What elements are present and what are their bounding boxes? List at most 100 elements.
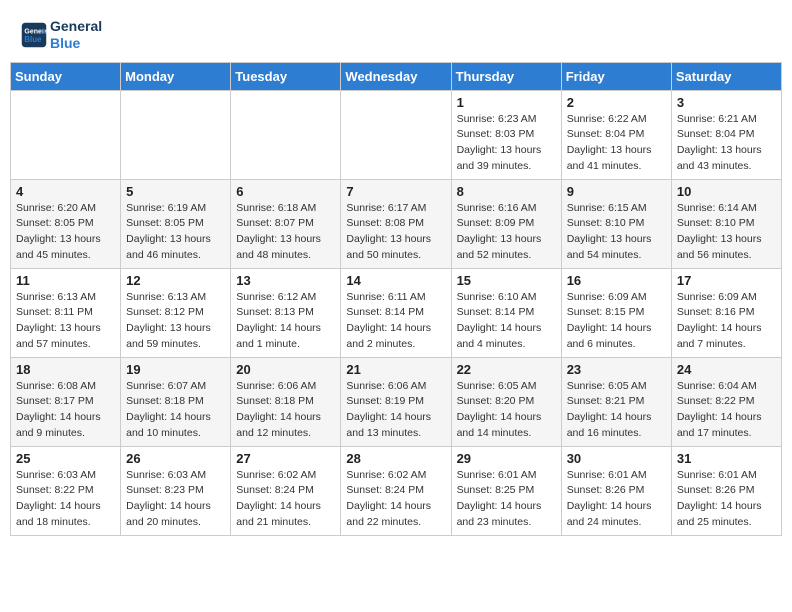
day-cell-28: 28 Sunrise: 6:02 AMSunset: 8:24 PMDayligh… [341, 446, 451, 535]
day-number: 4 [16, 184, 115, 199]
day-cell-10: 10 Sunrise: 6:14 AMSunset: 8:10 PMDayligh… [671, 179, 781, 268]
day-number: 14 [346, 273, 445, 288]
day-cell-29: 29 Sunrise: 6:01 AMSunset: 8:25 PMDayligh… [451, 446, 561, 535]
day-info: Sunrise: 6:05 AMSunset: 8:21 PMDaylight:… [567, 379, 666, 442]
day-number: 24 [677, 362, 776, 377]
day-cell-5: 5Sunrise: 6:19 AMSunset: 8:05 PMDaylight… [121, 179, 231, 268]
day-info: Sunrise: 6:10 AMSunset: 8:14 PMDaylight:… [457, 290, 556, 353]
day-cell-31: 31Sunrise: 6:01 AMSunset: 8:26 PMDayligh… [671, 446, 781, 535]
logo-text: General Blue [50, 18, 102, 52]
day-info: Sunrise: 6:06 AMSunset: 8:19 PMDaylight:… [346, 379, 445, 442]
week-row-1: 1 Sunrise: 6:23 AMSunset: 8:03 PMDaylight… [11, 90, 782, 179]
day-cell-1: 1 Sunrise: 6:23 AMSunset: 8:03 PMDaylight… [451, 90, 561, 179]
calendar-table: SundayMondayTuesdayWednesdayThursdayFrid… [10, 62, 782, 536]
day-info: Sunrise: 6:15 AMSunset: 8:10 PMDaylight:… [567, 201, 666, 264]
day-cell-24: 24 Sunrise: 6:04 AMSunset: 8:22 PMDayligh… [671, 357, 781, 446]
day-info: Sunrise: 6:11 AMSunset: 8:14 PMDaylight:… [346, 290, 445, 353]
day-number: 30 [567, 451, 666, 466]
logo-icon: General Blue [20, 21, 48, 49]
svg-text:Blue: Blue [24, 35, 42, 44]
day-cell-21: 21 Sunrise: 6:06 AMSunset: 8:19 PMDayligh… [341, 357, 451, 446]
empty-cell [231, 90, 341, 179]
week-row-4: 18Sunrise: 6:08 AMSunset: 8:17 PMDayligh… [11, 357, 782, 446]
day-info: Sunrise: 6:19 AMSunset: 8:05 PMDaylight:… [126, 201, 225, 264]
day-number: 15 [457, 273, 556, 288]
day-info: Sunrise: 6:23 AMSunset: 8:03 PMDaylight:… [457, 112, 556, 175]
weekday-header-tuesday: Tuesday [231, 62, 341, 90]
day-number: 25 [16, 451, 115, 466]
day-info: Sunrise: 6:09 AMSunset: 8:15 PMDaylight:… [567, 290, 666, 353]
day-number: 13 [236, 273, 335, 288]
day-cell-3: 3 Sunrise: 6:21 AMSunset: 8:04 PMDaylight… [671, 90, 781, 179]
day-number: 21 [346, 362, 445, 377]
day-info: Sunrise: 6:13 AMSunset: 8:11 PMDaylight:… [16, 290, 115, 353]
day-cell-23: 23Sunrise: 6:05 AMSunset: 8:21 PMDayligh… [561, 357, 671, 446]
day-number: 27 [236, 451, 335, 466]
day-info: Sunrise: 6:14 AMSunset: 8:10 PMDaylight:… [677, 201, 776, 264]
day-cell-14: 14 Sunrise: 6:11 AMSunset: 8:14 PMDayligh… [341, 268, 451, 357]
logo: General Blue General Blue [20, 18, 102, 52]
day-info: Sunrise: 6:03 AMSunset: 8:23 PMDaylight:… [126, 468, 225, 531]
day-cell-4: 4 Sunrise: 6:20 AMSunset: 8:05 PMDaylight… [11, 179, 121, 268]
day-number: 10 [677, 184, 776, 199]
day-number: 19 [126, 362, 225, 377]
day-cell-17: 17Sunrise: 6:09 AMSunset: 8:16 PMDayligh… [671, 268, 781, 357]
day-cell-20: 20Sunrise: 6:06 AMSunset: 8:18 PMDayligh… [231, 357, 341, 446]
day-info: Sunrise: 6:16 AMSunset: 8:09 PMDaylight:… [457, 201, 556, 264]
day-info: Sunrise: 6:01 AMSunset: 8:25 PMDaylight:… [457, 468, 556, 531]
day-cell-16: 16 Sunrise: 6:09 AMSunset: 8:15 PMDayligh… [561, 268, 671, 357]
weekday-header-saturday: Saturday [671, 62, 781, 90]
day-info: Sunrise: 6:12 AMSunset: 8:13 PMDaylight:… [236, 290, 335, 353]
day-cell-9: 9 Sunrise: 6:15 AMSunset: 8:10 PMDaylight… [561, 179, 671, 268]
day-number: 3 [677, 95, 776, 110]
day-info: Sunrise: 6:18 AMSunset: 8:07 PMDaylight:… [236, 201, 335, 264]
empty-cell [11, 90, 121, 179]
day-cell-6: 6 Sunrise: 6:18 AMSunset: 8:07 PMDaylight… [231, 179, 341, 268]
day-number: 12 [126, 273, 225, 288]
day-number: 1 [457, 95, 556, 110]
day-number: 16 [567, 273, 666, 288]
day-number: 7 [346, 184, 445, 199]
day-number: 17 [677, 273, 776, 288]
day-number: 28 [346, 451, 445, 466]
week-row-3: 11Sunrise: 6:13 AMSunset: 8:11 PMDayligh… [11, 268, 782, 357]
day-number: 9 [567, 184, 666, 199]
day-cell-27: 27 Sunrise: 6:02 AMSunset: 8:24 PMDayligh… [231, 446, 341, 535]
day-cell-25: 25Sunrise: 6:03 AMSunset: 8:22 PMDayligh… [11, 446, 121, 535]
day-number: 31 [677, 451, 776, 466]
weekday-header-wednesday: Wednesday [341, 62, 451, 90]
day-number: 18 [16, 362, 115, 377]
day-cell-11: 11Sunrise: 6:13 AMSunset: 8:11 PMDayligh… [11, 268, 121, 357]
weekday-header-sunday: Sunday [11, 62, 121, 90]
week-row-5: 25Sunrise: 6:03 AMSunset: 8:22 PMDayligh… [11, 446, 782, 535]
day-cell-30: 30 Sunrise: 6:01 AMSunset: 8:26 PMDayligh… [561, 446, 671, 535]
day-info: Sunrise: 6:13 AMSunset: 8:12 PMDaylight:… [126, 290, 225, 353]
empty-cell [341, 90, 451, 179]
day-number: 8 [457, 184, 556, 199]
day-info: Sunrise: 6:22 AMSunset: 8:04 PMDaylight:… [567, 112, 666, 175]
day-info: Sunrise: 6:20 AMSunset: 8:05 PMDaylight:… [16, 201, 115, 264]
day-cell-7: 7 Sunrise: 6:17 AMSunset: 8:08 PMDaylight… [341, 179, 451, 268]
day-number: 22 [457, 362, 556, 377]
weekday-header-thursday: Thursday [451, 62, 561, 90]
day-info: Sunrise: 6:04 AMSunset: 8:22 PMDaylight:… [677, 379, 776, 442]
day-number: 2 [567, 95, 666, 110]
day-cell-22: 22Sunrise: 6:05 AMSunset: 8:20 PMDayligh… [451, 357, 561, 446]
day-info: Sunrise: 6:07 AMSunset: 8:18 PMDaylight:… [126, 379, 225, 442]
day-info: Sunrise: 6:21 AMSunset: 8:04 PMDaylight:… [677, 112, 776, 175]
day-info: Sunrise: 6:17 AMSunset: 8:08 PMDaylight:… [346, 201, 445, 264]
day-cell-15: 15 Sunrise: 6:10 AMSunset: 8:14 PMDayligh… [451, 268, 561, 357]
weekday-header-friday: Friday [561, 62, 671, 90]
day-info: Sunrise: 6:02 AMSunset: 8:24 PMDaylight:… [346, 468, 445, 531]
day-number: 26 [126, 451, 225, 466]
day-cell-8: 8 Sunrise: 6:16 AMSunset: 8:09 PMDaylight… [451, 179, 561, 268]
day-info: Sunrise: 6:02 AMSunset: 8:24 PMDaylight:… [236, 468, 335, 531]
empty-cell [121, 90, 231, 179]
day-cell-12: 12 Sunrise: 6:13 AMSunset: 8:12 PMDayligh… [121, 268, 231, 357]
day-cell-18: 18Sunrise: 6:08 AMSunset: 8:17 PMDayligh… [11, 357, 121, 446]
day-number: 29 [457, 451, 556, 466]
week-row-2: 4 Sunrise: 6:20 AMSunset: 8:05 PMDaylight… [11, 179, 782, 268]
day-cell-19: 19 Sunrise: 6:07 AMSunset: 8:18 PMDayligh… [121, 357, 231, 446]
day-info: Sunrise: 6:01 AMSunset: 8:26 PMDaylight:… [567, 468, 666, 531]
day-number: 6 [236, 184, 335, 199]
